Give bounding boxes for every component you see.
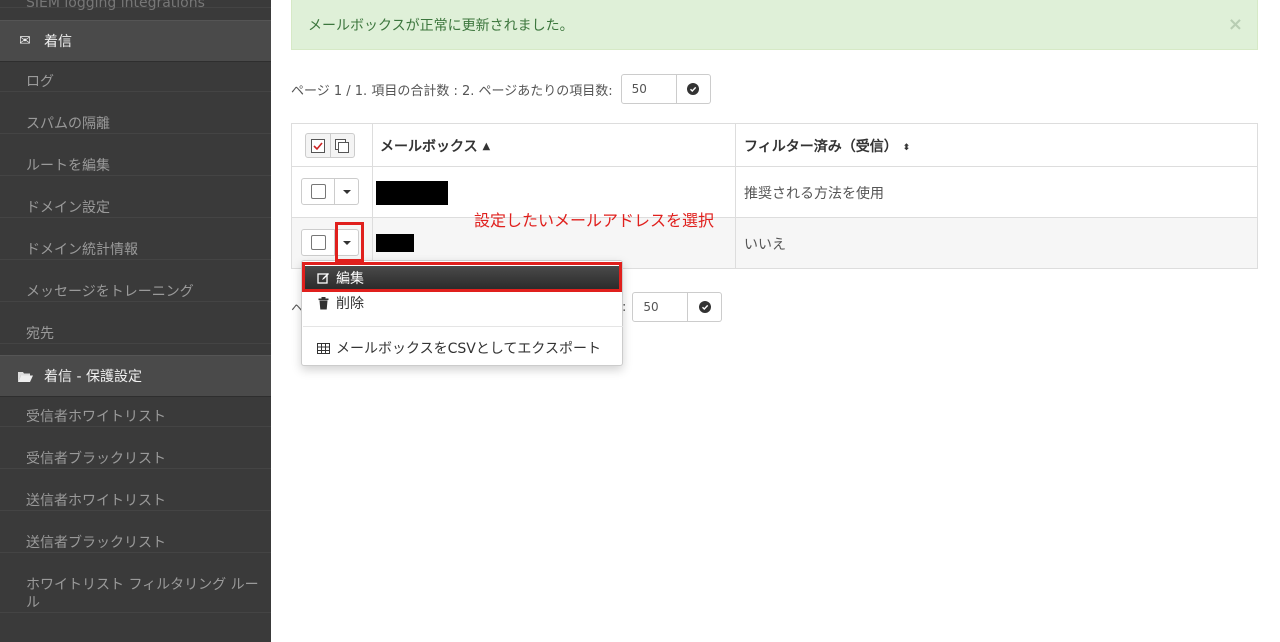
sort-both-icon: ⬍	[902, 143, 911, 153]
column-divider	[735, 124, 736, 168]
annotation-highlight-dropdown	[335, 222, 364, 262]
column-header-mailbox[interactable]: メールボックス ▲	[380, 136, 490, 156]
sidebar-item-whitelist-filter-rules[interactable]: ホワイトリスト フィルタリング ルール	[0, 576, 271, 613]
sidebar-section-protection[interactable]: 着信 - 保護設定	[0, 355, 271, 397]
items-per-page-input[interactable]: 50	[632, 292, 689, 322]
pagination-top: ページ 1 / 1. 項目の合計数 : 2. ページあたりの項目数: 50	[291, 74, 711, 104]
trash-icon	[316, 296, 330, 310]
select-none-button[interactable]	[329, 134, 354, 157]
sidebar-section-label: 着信 - 保護設定	[44, 369, 142, 385]
pagination-bottom-controls: : 50	[622, 292, 723, 322]
column-divider	[735, 167, 736, 218]
bulk-select-group	[305, 133, 355, 158]
sidebar-item-recipient-whitelist[interactable]: 受信者ホワイトリスト	[0, 408, 271, 427]
sidebar-item-label: ホワイトリスト フィルタリング ルール	[26, 577, 259, 611]
sidebar-item-domain-settings[interactable]: ドメイン設定	[0, 199, 271, 218]
close-icon[interactable]: ×	[1228, 14, 1243, 35]
sidebar-item-domain-stats[interactable]: ドメイン統計情報	[0, 241, 271, 260]
sort-asc-icon: ▲	[482, 141, 491, 152]
sidebar: SIEM logging integrations ✉ 着信 ログ スパムの隔離…	[0, 0, 271, 642]
sidebar-item-destinations[interactable]: 宛先	[0, 325, 271, 344]
sidebar-item-recipient-blacklist[interactable]: 受信者ブラックリスト	[0, 450, 271, 469]
checkbox[interactable]	[310, 184, 326, 199]
sidebar-item-label: メッセージをトレーニング	[26, 284, 194, 300]
menu-item-label: メールボックスをCSVとしてエクスポート	[336, 341, 601, 357]
items-per-page-input[interactable]: 50	[620, 74, 677, 104]
menu-item-export-csv[interactable]: メールボックスをCSVとしてエクスポート	[304, 336, 622, 360]
filtered-value: いいえ	[744, 237, 786, 253]
sidebar-section-label: 着信	[44, 34, 72, 50]
column-header-label: メールボックス	[380, 139, 478, 155]
sidebar-item-label: 宛先	[26, 326, 54, 342]
menu-divider	[303, 326, 623, 327]
menu-item-label: 削除	[336, 296, 364, 312]
sidebar-item-label: ドメイン設定	[26, 200, 110, 216]
sidebar-item-train-messages[interactable]: メッセージをトレーニング	[0, 283, 271, 302]
envelope-icon: ✉	[19, 33, 31, 49]
sidebar-item-label: スパムの隔離	[26, 116, 110, 132]
check-circle-icon	[698, 301, 711, 313]
pagination-text: ページ 1 / 1. 項目の合計数 : 2. ページあたりの項目数:	[291, 83, 613, 99]
copy-icon	[335, 138, 350, 153]
select-all-button[interactable]	[306, 134, 330, 157]
filtered-value: 推奨される方法を使用	[744, 186, 884, 202]
sidebar-item-sender-blacklist[interactable]: 送信者ブラックリスト	[0, 534, 271, 553]
sidebar-item-log[interactable]: ログ	[0, 73, 271, 92]
sidebar-item-label: 受信者ホワイトリスト	[26, 409, 166, 425]
table-icon	[316, 342, 330, 354]
sidebar-item-edit-route[interactable]: ルートを編集	[0, 157, 271, 176]
column-header-filtered[interactable]: フィルター済み（受信） ⬍	[744, 136, 910, 156]
annotation-text: 設定したいメールアドレスを選択	[474, 211, 715, 230]
sidebar-section-incoming[interactable]: ✉ 着信	[0, 20, 271, 62]
sidebar-item-label: 受信者ブラックリスト	[26, 451, 166, 467]
sidebar-item-label: SIEM logging integrations	[26, 0, 205, 11]
sidebar-item-spam-quarantine[interactable]: スパムの隔離	[0, 115, 271, 134]
sidebar-item-siem[interactable]: SIEM logging integrations	[0, 0, 271, 11]
folder-open-icon	[16, 370, 34, 383]
mailbox-redacted[interactable]	[376, 181, 448, 205]
sidebar-item-label: ドメイン統計情報	[26, 242, 138, 258]
menu-item-delete[interactable]: 削除	[304, 291, 622, 315]
row-checkbox-button[interactable]	[301, 229, 335, 256]
column-divider	[372, 124, 373, 168]
table-header: メールボックス ▲ フィルター済み（受信） ⬍	[291, 123, 1258, 168]
table-row: 推奨される方法を使用	[291, 167, 1258, 218]
apply-per-page-button[interactable]	[688, 292, 723, 322]
check-all-icon	[310, 138, 325, 153]
sidebar-item-label: 送信者ホワイトリスト	[26, 493, 166, 509]
row-actions-toggle[interactable]	[335, 178, 359, 205]
row-checkbox-button[interactable]	[301, 178, 335, 205]
column-header-label: フィルター済み（受信）	[744, 139, 898, 155]
column-divider	[372, 167, 373, 218]
sidebar-item-sender-whitelist[interactable]: 送信者ホワイトリスト	[0, 492, 271, 511]
checkbox[interactable]	[310, 235, 326, 250]
apply-per-page-button[interactable]	[676, 74, 711, 104]
mailbox-redacted[interactable]	[376, 234, 414, 252]
sidebar-item-label: ルートを編集	[26, 158, 110, 174]
alert-message: メールボックスが正常に更新されました。	[308, 17, 574, 34]
caret-down-icon	[342, 189, 351, 194]
check-circle-icon	[687, 83, 700, 95]
column-divider	[735, 218, 736, 268]
annotation-highlight-edit	[302, 262, 622, 292]
sidebar-item-label: 送信者ブラックリスト	[26, 535, 166, 551]
success-alert: メールボックスが正常に更新されました。 ×	[291, 0, 1258, 50]
sidebar-item-label: ログ	[26, 74, 54, 90]
